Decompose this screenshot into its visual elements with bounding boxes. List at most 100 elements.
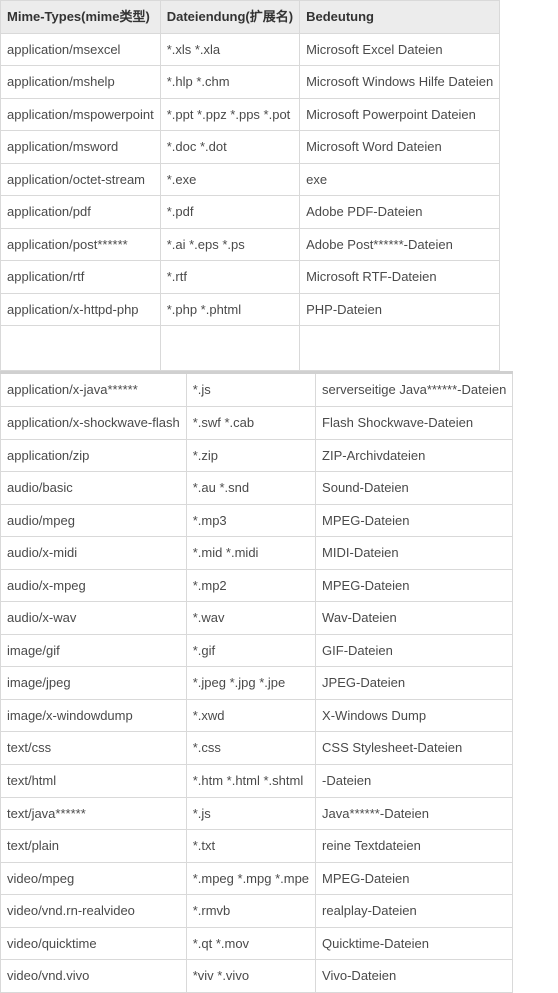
cell-ext: *.htm *.html *.shtml	[186, 765, 315, 798]
cell-desc: GIF-Dateien	[316, 634, 513, 667]
col-header-ext: Dateiendung(扩展名)	[160, 1, 299, 34]
cell-desc: X-Windows Dump	[316, 699, 513, 732]
table-row: audio/mpeg*.mp3MPEG-Dateien	[1, 504, 513, 537]
cell-ext: *.jpeg *.jpg *.jpe	[186, 667, 315, 700]
cell-ext: *.zip	[186, 439, 315, 472]
table-row: video/vnd.vivo*viv *.vivoVivo-Dateien	[1, 960, 513, 993]
cell-mime: text/css	[1, 732, 187, 765]
table-row: image/gif*.gifGIF-Dateien	[1, 634, 513, 667]
cell-desc: Java******-Dateien	[316, 797, 513, 830]
cell-mime: text/plain	[1, 830, 187, 863]
cell-mime: application/x-httpd-php	[1, 293, 161, 326]
cell-desc: MPEG-Dateien	[316, 504, 513, 537]
table-row: text/css*.cssCSS Stylesheet-Dateien	[1, 732, 513, 765]
cell-ext: *.qt *.mov	[186, 927, 315, 960]
cell-mime: application/msexcel	[1, 33, 161, 66]
cell-ext: *.mid *.midi	[186, 537, 315, 570]
cell-ext: *.rmvb	[186, 895, 315, 928]
cell-ext: *.exe	[160, 163, 299, 196]
cell-desc: serverseitige Java******-Dateien	[316, 373, 513, 407]
cell-desc: Microsoft Windows Hilfe Dateien	[300, 66, 500, 99]
cell-desc: ZIP-Archivdateien	[316, 439, 513, 472]
table-row: text/plain*.txtreine Textdateien	[1, 830, 513, 863]
table-row: audio/x-midi*.mid *.midiMIDI-Dateien	[1, 537, 513, 570]
table-row: application/pdf*.pdfAdobe PDF-Dateien	[1, 196, 500, 229]
table-row: application/rtf*.rtfMicrosoft RTF-Dateie…	[1, 261, 500, 294]
cell-desc: MIDI-Dateien	[316, 537, 513, 570]
cell-ext: *.rtf	[160, 261, 299, 294]
cell-ext: *.xwd	[186, 699, 315, 732]
cell-desc	[300, 326, 500, 371]
cell-desc: Microsoft Word Dateien	[300, 131, 500, 164]
cell-ext: *.php *.phtml	[160, 293, 299, 326]
table-row: application/post*******.ai *.eps *.psAdo…	[1, 228, 500, 261]
cell-mime: application/rtf	[1, 261, 161, 294]
cell-mime: video/mpeg	[1, 862, 187, 895]
table-row: application/msword*.doc *.dotMicrosoft W…	[1, 131, 500, 164]
cell-mime: video/vnd.rn-realvideo	[1, 895, 187, 928]
mime-types-tables: Mime-Types(mime类型) Dateiendung(扩展名) Bede…	[0, 0, 558, 993]
cell-mime: audio/x-midi	[1, 537, 187, 570]
cell-desc: realplay-Dateien	[316, 895, 513, 928]
table-row: application/msexcel*.xls *.xlaMicrosoft …	[1, 33, 500, 66]
cell-desc: MPEG-Dateien	[316, 569, 513, 602]
cell-mime: image/gif	[1, 634, 187, 667]
table-row: video/quicktime*.qt *.movQuicktime-Datei…	[1, 927, 513, 960]
cell-ext: *.txt	[186, 830, 315, 863]
table-row: application/x-shockwave-flash*.swf *.cab…	[1, 407, 513, 440]
cell-mime: video/quicktime	[1, 927, 187, 960]
cell-ext: *.css	[186, 732, 315, 765]
cell-mime: image/jpeg	[1, 667, 187, 700]
cell-desc: Sound-Dateien	[316, 472, 513, 505]
table-row: image/x-windowdump*.xwdX-Windows Dump	[1, 699, 513, 732]
col-header-mime: Mime-Types(mime类型)	[1, 1, 161, 34]
table-row: application/x-httpd-php*.php *.phtmlPHP-…	[1, 293, 500, 326]
cell-mime: audio/x-wav	[1, 602, 187, 635]
cell-desc: -Dateien	[316, 765, 513, 798]
cell-desc: reine Textdateien	[316, 830, 513, 863]
table-row: text/html*.htm *.html *.shtml-Dateien	[1, 765, 513, 798]
table-row: video/vnd.rn-realvideo*.rmvbrealplay-Dat…	[1, 895, 513, 928]
cell-desc: JPEG-Dateien	[316, 667, 513, 700]
table-row: audio/basic*.au *.sndSound-Dateien	[1, 472, 513, 505]
cell-mime: application/x-java******	[1, 373, 187, 407]
cell-desc: MPEG-Dateien	[316, 862, 513, 895]
cell-ext: *.gif	[186, 634, 315, 667]
cell-mime: audio/mpeg	[1, 504, 187, 537]
table-row: image/jpeg*.jpeg *.jpg *.jpeJPEG-Dateien	[1, 667, 513, 700]
table-row: application/mspowerpoint*.ppt *.ppz *.pp…	[1, 98, 500, 131]
cell-mime: application/x-shockwave-flash	[1, 407, 187, 440]
mime-table-2: application/x-java*******.jsserverseitig…	[0, 371, 513, 992]
cell-mime	[1, 326, 161, 371]
cell-ext: *.js	[186, 373, 315, 407]
cell-ext: *.pdf	[160, 196, 299, 229]
cell-mime: video/vnd.vivo	[1, 960, 187, 993]
table-row: application/zip*.zipZIP-Archivdateien	[1, 439, 513, 472]
table-row: text/java*******.jsJava******-Dateien	[1, 797, 513, 830]
cell-mime: application/octet-stream	[1, 163, 161, 196]
col-header-desc: Bedeutung	[300, 1, 500, 34]
cell-ext: *.wav	[186, 602, 315, 635]
table-row: application/mshelp*.hlp *.chmMicrosoft W…	[1, 66, 500, 99]
cell-mime: application/zip	[1, 439, 187, 472]
table-row: video/mpeg*.mpeg *.mpg *.mpeMPEG-Dateien	[1, 862, 513, 895]
cell-desc: Adobe PDF-Dateien	[300, 196, 500, 229]
cell-desc: Flash Shockwave-Dateien	[316, 407, 513, 440]
table-row: audio/x-wav*.wavWav-Dateien	[1, 602, 513, 635]
cell-ext: *.mp3	[186, 504, 315, 537]
cell-mime: text/java******	[1, 797, 187, 830]
cell-ext: *.hlp *.chm	[160, 66, 299, 99]
cell-desc: CSS Stylesheet-Dateien	[316, 732, 513, 765]
cell-desc: Vivo-Dateien	[316, 960, 513, 993]
cell-desc: PHP-Dateien	[300, 293, 500, 326]
cell-desc: Adobe Post******-Dateien	[300, 228, 500, 261]
cell-mime: audio/basic	[1, 472, 187, 505]
cell-desc: Microsoft Powerpoint Dateien	[300, 98, 500, 131]
mime-table-1: Mime-Types(mime类型) Dateiendung(扩展名) Bede…	[0, 0, 500, 371]
cell-ext: *.mpeg *.mpg *.mpe	[186, 862, 315, 895]
cell-mime: application/pdf	[1, 196, 161, 229]
cell-ext: *viv *.vivo	[186, 960, 315, 993]
cell-desc: Microsoft RTF-Dateien	[300, 261, 500, 294]
cell-mime: text/html	[1, 765, 187, 798]
cell-ext: *.au *.snd	[186, 472, 315, 505]
